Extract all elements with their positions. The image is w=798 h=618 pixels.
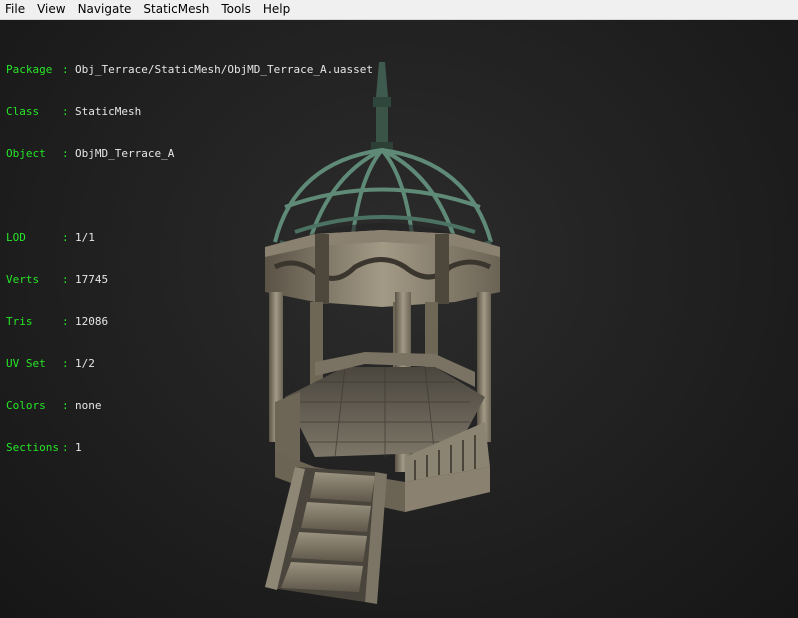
info-label: Sections <box>6 441 59 454</box>
menu-view[interactable]: View <box>31 0 71 19</box>
app-window: File View Navigate StaticMesh Tools Help… <box>0 0 798 618</box>
info-separator: : <box>62 315 76 328</box>
gazebo-mesh-render <box>265 62 500 604</box>
info-label: Package <box>6 63 53 76</box>
info-label: Class <box>6 105 40 118</box>
info-label: LOD <box>6 231 26 244</box>
info-value: 1/2 <box>75 357 95 370</box>
info-value: 12086 <box>75 315 109 328</box>
info-separator: : <box>62 105 76 118</box>
menu-help[interactable]: Help <box>257 0 296 19</box>
info-label: Tris <box>6 315 33 328</box>
info-value: StaticMesh <box>75 105 142 118</box>
info-separator: : <box>62 63 76 76</box>
menu-navigate[interactable]: Navigate <box>72 0 138 19</box>
menu-bar: File View Navigate StaticMesh Tools Help <box>0 0 798 20</box>
info-label: Object <box>6 147 46 160</box>
info-label: UV Set <box>6 357 46 370</box>
info-value: none <box>75 399 102 412</box>
info-separator: : <box>62 231 76 244</box>
mesh-viewport[interactable]: Package: Obj_Terrace/StaticMesh/ObjMD_Te… <box>0 20 798 618</box>
dome-finial <box>371 62 393 152</box>
info-value: 1/1 <box>75 231 95 244</box>
info-separator: : <box>62 357 76 370</box>
menu-file[interactable]: File <box>0 0 31 19</box>
info-value: ObjMD_Terrace_A <box>75 147 175 160</box>
info-separator: : <box>62 399 76 412</box>
info-separator: : <box>62 147 76 160</box>
gazebo-frieze <box>265 230 500 307</box>
menu-staticmesh[interactable]: StaticMesh <box>137 0 215 19</box>
info-separator: : <box>62 273 76 286</box>
info-label: Verts <box>6 273 40 286</box>
info-value: 1 <box>75 441 82 454</box>
info-label: Colors <box>6 399 46 412</box>
info-separator: : <box>62 441 76 454</box>
menu-tools[interactable]: Tools <box>215 0 257 19</box>
info-value: 17745 <box>75 273 109 286</box>
gazebo-staircase <box>265 467 387 604</box>
